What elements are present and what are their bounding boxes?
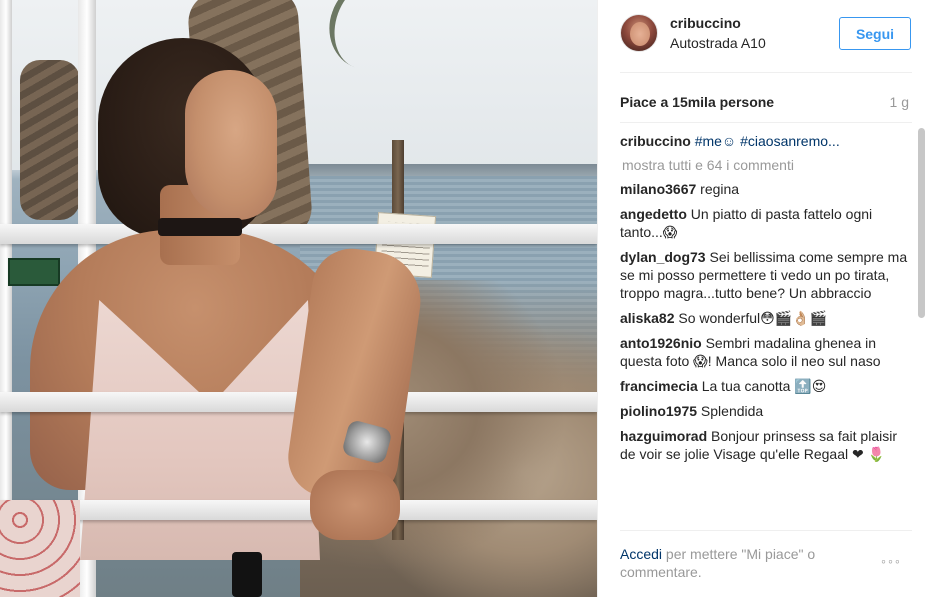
comment-username[interactable]: cribuccino xyxy=(620,133,691,149)
comment-username[interactable]: anto1926nio xyxy=(620,335,702,351)
comment-item: dylan_dog73 Sei bellissima come sempre m… xyxy=(620,248,910,302)
comment-username[interactable]: angedetto xyxy=(620,206,687,222)
login-prompt: Accedi per mettere "Mi piace" o commenta… xyxy=(620,545,870,581)
comment-text: regina xyxy=(700,181,740,197)
likes-count[interactable]: Piace a 15mila persone xyxy=(620,94,774,110)
post-modal: cribuccino Autostrada A10 Segui Piace a … xyxy=(0,0,934,597)
photo-palm-trunk-left xyxy=(20,60,80,220)
comment-username[interactable]: aliska82 xyxy=(620,310,675,326)
photo-face xyxy=(185,70,277,220)
comment-username[interactable]: dylan_dog73 xyxy=(620,249,706,265)
photo-horizon xyxy=(300,164,597,176)
comment-item: milano3667 regina xyxy=(620,180,910,198)
comment-item: hazguimorad Bonjour prinsess sa fait pla… xyxy=(620,427,910,463)
likes-row: Piace a 15mila persone 1 g xyxy=(598,90,934,114)
comment-item: aliska82 So wonderful😳🎬👌🏼🎬 xyxy=(620,309,910,327)
photo-skirt xyxy=(0,500,80,597)
photo-hand xyxy=(310,470,400,540)
show-all-comments-link[interactable]: mostra tutti e 64 i commenti xyxy=(622,157,910,173)
comment-item: piolino1975 Splendida xyxy=(620,402,910,420)
more-options-icon[interactable]: ◦◦◦ xyxy=(881,553,902,569)
divider xyxy=(620,122,912,123)
comment-item: anto1926nio Sembri madalina ghenea in qu… xyxy=(620,334,910,370)
comment-item: francimecia La tua canotta 🔝😍 xyxy=(620,377,910,395)
comment-item: angedetto Un piatto di pasta fattelo ogn… xyxy=(620,205,910,241)
comment-username[interactable]: hazguimorad xyxy=(620,428,707,444)
post-header: cribuccino Autostrada A10 Segui xyxy=(598,0,934,72)
comment-text: Splendida xyxy=(700,403,764,419)
comments-list[interactable]: cribuccino #me☺ #ciaosanremo... mostra t… xyxy=(620,130,910,528)
location-link[interactable]: Autostrada A10 xyxy=(670,35,766,51)
follow-button[interactable]: Segui xyxy=(839,17,911,50)
scrollbar-thumb[interactable] xyxy=(918,128,925,318)
comment-text: So wonderful😳🎬👌🏼🎬 xyxy=(678,310,827,326)
photo-bracelet xyxy=(232,552,262,597)
comment-text: La tua canotta 🔝😍 xyxy=(701,378,827,394)
photo-choker xyxy=(158,218,242,236)
divider xyxy=(620,530,912,531)
comments-scrollbar[interactable] xyxy=(917,128,926,526)
comment-username[interactable]: francimecia xyxy=(620,378,698,394)
post-photo[interactable] xyxy=(0,0,597,597)
caption: cribuccino #me☺ #ciaosanremo... xyxy=(620,132,910,150)
username-link[interactable]: cribuccino xyxy=(670,15,741,31)
photo-railing xyxy=(0,224,597,244)
photo-green-sign xyxy=(8,258,60,286)
avatar[interactable] xyxy=(620,14,658,52)
post-age[interactable]: 1 g xyxy=(890,94,909,110)
comment-username[interactable]: milano3667 xyxy=(620,181,696,197)
photo-railing xyxy=(0,500,597,520)
post-side-panel: cribuccino Autostrada A10 Segui Piace a … xyxy=(597,0,934,597)
divider xyxy=(620,72,912,73)
comment-username[interactable]: piolino1975 xyxy=(620,403,697,419)
login-link[interactable]: Accedi xyxy=(620,546,662,562)
caption-hashtags[interactable]: #me☺ #ciaosanremo... xyxy=(695,133,840,149)
